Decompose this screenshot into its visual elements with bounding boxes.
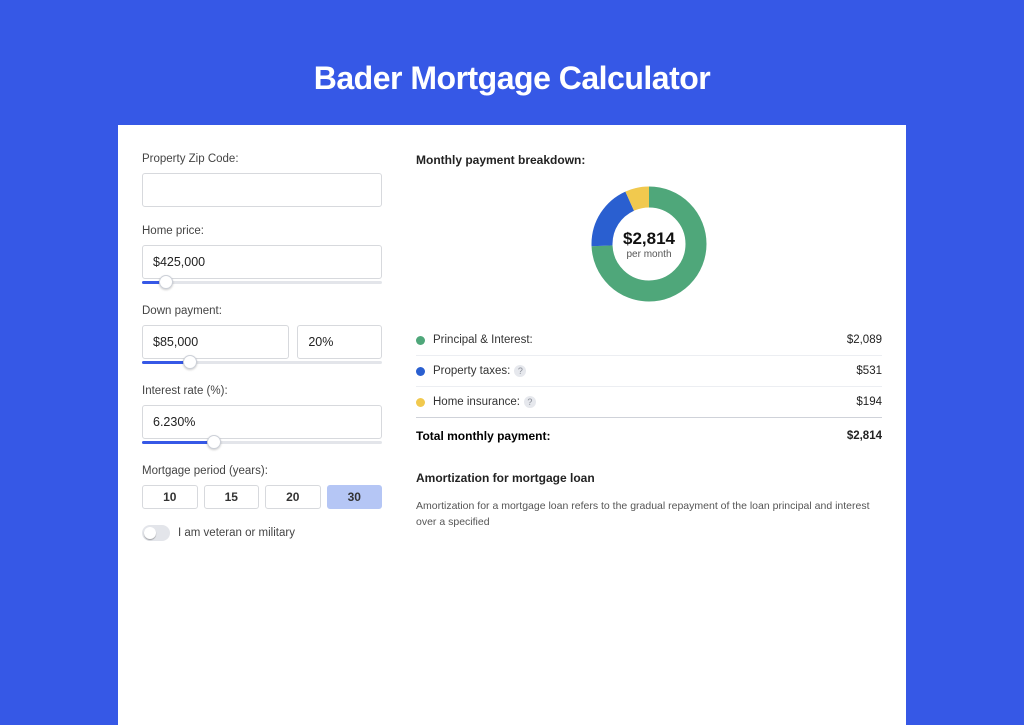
home-price-input[interactable] (142, 245, 382, 279)
down-payment-slider[interactable] (142, 359, 382, 367)
calculator-card: Property Zip Code: Home price: Down paym… (118, 125, 906, 725)
home-price-slider[interactable] (142, 279, 382, 287)
veteran-toggle[interactable] (142, 525, 170, 541)
interest-slider[interactable] (142, 439, 382, 447)
total-row: Total monthly payment: $2,814 (416, 417, 882, 447)
legend-value: $531 (856, 365, 882, 377)
period-option-20[interactable]: 20 (265, 485, 321, 509)
period-option-15[interactable]: 15 (204, 485, 260, 509)
down-payment-field: Down payment: (142, 305, 382, 367)
total-label: Total monthly payment: (416, 429, 550, 443)
down-payment-label: Down payment: (142, 305, 382, 317)
donut-chart-wrap: $2,814 per month (416, 183, 882, 305)
page-title: Bader Mortgage Calculator (0, 60, 1024, 97)
zip-input[interactable] (142, 173, 382, 207)
legend-dot-icon (416, 367, 425, 376)
legend-row: Property taxes:? $531 (416, 356, 882, 387)
help-icon[interactable]: ? (524, 396, 536, 408)
help-icon[interactable]: ? (514, 365, 526, 377)
legend-label: Home insurance: (433, 396, 520, 408)
legend-dot-icon (416, 398, 425, 407)
legend-label: Property taxes: (433, 365, 510, 377)
interest-field: Interest rate (%): (142, 385, 382, 447)
donut-subtext: per month (626, 249, 671, 260)
legend-row: Home insurance:? $194 (416, 387, 882, 417)
form-panel: Property Zip Code: Home price: Down paym… (142, 153, 400, 697)
amortization-text: Amortization for a mortgage loan refers … (416, 499, 882, 531)
down-payment-pct-input[interactable] (297, 325, 382, 359)
zip-label: Property Zip Code: (142, 153, 382, 165)
donut-amount: $2,814 (623, 229, 675, 249)
period-option-10[interactable]: 10 (142, 485, 198, 509)
interest-label: Interest rate (%): (142, 385, 382, 397)
home-price-label: Home price: (142, 225, 382, 237)
legend-value: $194 (856, 396, 882, 408)
veteran-toggle-row: I am veteran or military (142, 525, 382, 541)
amortization-title: Amortization for mortgage loan (416, 471, 882, 485)
total-value: $2,814 (847, 430, 882, 442)
amortization-section: Amortization for mortgage loan Amortizat… (416, 471, 882, 531)
period-option-30[interactable]: 30 (327, 485, 383, 509)
legend-value: $2,089 (847, 334, 882, 346)
breakdown-title: Monthly payment breakdown: (416, 153, 882, 167)
legend-label: Principal & Interest: (433, 334, 533, 346)
legend-row: Principal & Interest: $2,089 (416, 325, 882, 356)
period-label: Mortgage period (years): (142, 465, 382, 477)
down-payment-amount-input[interactable] (142, 325, 289, 359)
legend-dot-icon (416, 336, 425, 345)
breakdown-panel: Monthly payment breakdown: $2,814 per mo… (400, 153, 882, 697)
period-field: Mortgage period (years): 10152030 (142, 465, 382, 509)
veteran-label: I am veteran or military (178, 527, 295, 539)
donut-chart: $2,814 per month (588, 183, 710, 305)
interest-input[interactable] (142, 405, 382, 439)
home-price-field: Home price: (142, 225, 382, 287)
zip-field: Property Zip Code: (142, 153, 382, 207)
